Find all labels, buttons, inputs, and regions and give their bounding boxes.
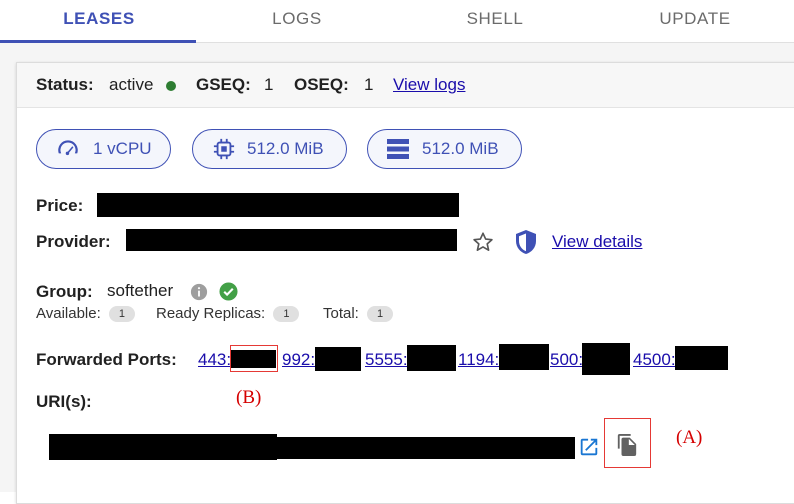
uri-redacted [277, 437, 575, 459]
memory-chip-label: 512.0 MiB [247, 139, 324, 158]
available-label: Available: [36, 305, 101, 322]
provider-redacted [126, 229, 457, 251]
ready-replicas-badge: 1 [273, 306, 300, 323]
port-redacted [582, 343, 630, 375]
group-label: Group: [36, 282, 93, 301]
annotation-label-b: (B) [236, 387, 262, 408]
available-badge: 1 [108, 306, 135, 323]
port-link-4500[interactable]: 4500: [633, 350, 676, 370]
ready-replicas-count: Ready Replicas: 1 [156, 305, 300, 323]
oseq-value: 1 [364, 75, 374, 94]
port-link-1194[interactable]: 1194: [458, 350, 499, 370]
status-label: Status: [36, 75, 94, 94]
speedometer-icon [58, 140, 78, 156]
chip-icon [213, 138, 235, 160]
annotation-label-a: (A) [676, 427, 703, 448]
storage-icon [387, 139, 409, 159]
port-redacted [675, 346, 728, 370]
tab-logs-label: LOGS [272, 9, 322, 28]
port-link-5555[interactable]: 5555: [365, 350, 408, 370]
port-link-443[interactable]: 443: [198, 350, 231, 370]
storage-chip: 512.0 MiB [367, 129, 522, 169]
storage-chip-label: 512.0 MiB [422, 139, 499, 158]
port-link-992[interactable]: 992: [282, 350, 315, 370]
tab-shell[interactable]: SHELL [396, 0, 594, 42]
gseq-label: GSEQ: [196, 75, 251, 94]
tab-update-label: UPDATE [659, 9, 731, 28]
annotation-box-b [230, 345, 278, 372]
cpu-chip: 1 vCPU [36, 129, 171, 169]
total-count: Total: 1 [323, 305, 394, 323]
star-outline-icon[interactable] [472, 231, 494, 253]
tab-leases-label: LEASES [63, 9, 135, 28]
view-logs-link[interactable]: View logs [393, 75, 465, 95]
tab-update[interactable]: UPDATE [596, 0, 794, 42]
status-active-dot [166, 81, 176, 91]
available-count: Available: 1 [36, 305, 135, 323]
total-label: Total: [323, 305, 359, 322]
tab-logs[interactable]: LOGS [198, 0, 396, 42]
info-icon[interactable] [190, 283, 208, 301]
check-circle-icon [219, 282, 238, 301]
copy-icon[interactable] [616, 433, 638, 457]
verified-shield-icon [516, 230, 536, 254]
tab-shell-label: SHELL [466, 9, 524, 28]
tab-bar: LEASES LOGS SHELL UPDATE [0, 0, 794, 43]
oseq-label: OSEQ: [294, 75, 349, 94]
tab-leases[interactable]: LEASES [0, 0, 198, 43]
port-redacted [499, 344, 549, 370]
status-value: active [109, 75, 154, 94]
price-redacted [97, 193, 459, 217]
group-value: softether [107, 281, 174, 300]
cpu-chip-label: 1 vCPU [93, 139, 152, 158]
port-link-500[interactable]: 500: [550, 350, 583, 370]
provider-label: Provider: [36, 232, 111, 251]
uris-label: URI(s): [36, 392, 92, 411]
total-badge: 1 [367, 306, 394, 323]
ready-replicas-label: Ready Replicas: [156, 305, 266, 322]
view-details-link[interactable]: View details [552, 232, 642, 252]
gseq-value: 1 [264, 75, 274, 94]
memory-chip: 512.0 MiB [192, 129, 347, 169]
uri-redacted [49, 434, 277, 460]
forwarded-ports-label: Forwarded Ports: [36, 350, 177, 369]
port-redacted [315, 347, 361, 371]
port-redacted [407, 345, 456, 371]
open-in-new-icon[interactable] [578, 436, 600, 458]
price-label: Price: [36, 196, 84, 215]
